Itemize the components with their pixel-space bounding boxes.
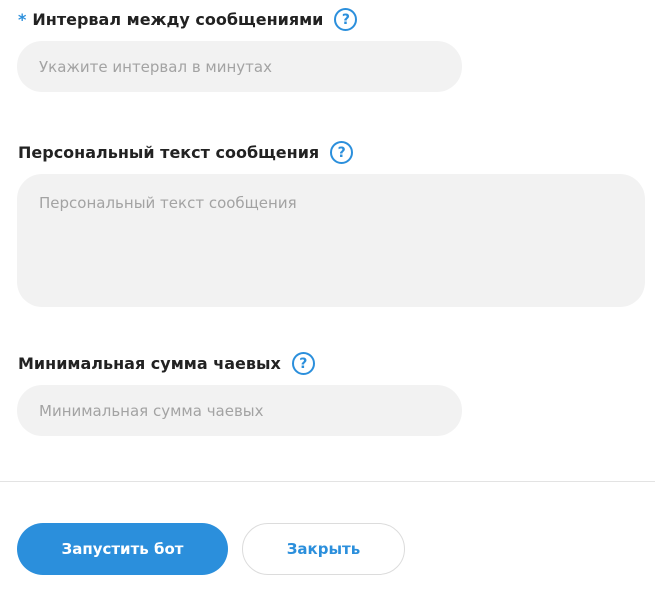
close-button[interactable]: Закрыть — [242, 523, 405, 575]
min-tip-input[interactable] — [17, 385, 462, 436]
min-tip-label: Минимальная сумма чаевых ? — [18, 352, 315, 375]
question-circle-icon[interactable]: ? — [334, 8, 358, 31]
bot-settings-form: * Интервал между сообщениями ? Персональ… — [0, 0, 655, 590]
divider — [0, 481, 655, 482]
min-tip-label-text: Минимальная сумма чаевых — [18, 354, 281, 373]
interval-label: * Интервал между сообщениями ? — [18, 8, 358, 31]
interval-input[interactable] — [17, 41, 462, 92]
question-circle-icon[interactable]: ? — [291, 352, 315, 375]
interval-label-text: Интервал между сообщениями — [32, 10, 324, 29]
personal-text-label: Персональный текст сообщения ? — [18, 141, 354, 164]
question-circle-icon[interactable]: ? — [330, 141, 354, 164]
required-marker: * — [18, 10, 27, 29]
personal-text-textarea[interactable] — [17, 174, 645, 307]
start-bot-button[interactable]: Запустить бот — [17, 523, 228, 575]
personal-text-label-text: Персональный текст сообщения — [18, 143, 320, 162]
